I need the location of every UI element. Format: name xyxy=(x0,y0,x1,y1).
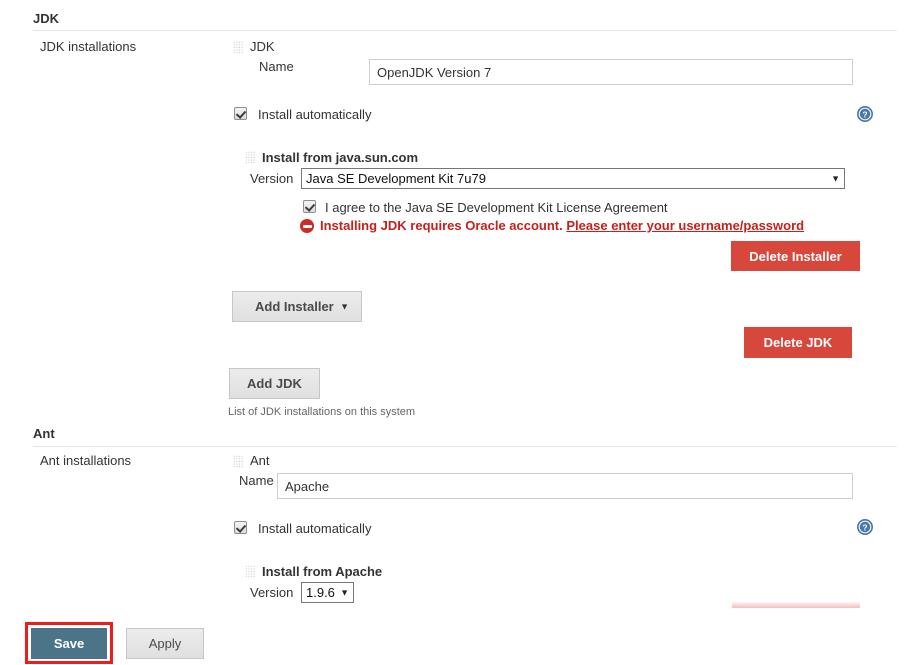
chevron-down-icon: ▼ xyxy=(340,301,349,311)
help-icon[interactable]: ? xyxy=(857,106,873,122)
jdk-installer-title: Install from java.sun.com xyxy=(262,150,419,165)
ant-entry-title: Ant xyxy=(250,453,270,468)
ant-install-automatically-label: Install automatically xyxy=(258,521,372,536)
ant-install-automatically-checkbox[interactable] xyxy=(234,521,247,534)
delete-installer-button[interactable]: Delete Installer xyxy=(731,241,860,271)
chevron-down-icon: ▼ xyxy=(340,587,349,597)
save-button[interactable]: Save xyxy=(31,628,107,659)
apply-button[interactable]: Apply xyxy=(126,628,204,659)
chevron-down-icon: ▼ xyxy=(831,173,840,183)
jdk-version-select-value: Java SE Development Kit 7u79 xyxy=(306,171,486,186)
svg-text:?: ? xyxy=(862,110,867,120)
drag-handle-icon[interactable] xyxy=(233,41,244,54)
configure-tools-page: JDK JDK installations JDK Name Install a… xyxy=(0,0,909,665)
delete-jdk-button[interactable]: Delete JDK xyxy=(744,327,852,358)
add-jdk-button[interactable]: Add JDK xyxy=(229,368,320,399)
jdk-license-agreement-label: I agree to the Java SE Development Kit L… xyxy=(325,200,668,215)
ant-section-divider xyxy=(33,446,897,447)
jdk-installations-hint: List of JDK installations on this system xyxy=(228,406,416,418)
jdk-entry-title: JDK xyxy=(250,39,275,54)
ant-installer-title: Install from Apache xyxy=(262,564,383,579)
jdk-install-automatically-checkbox[interactable] xyxy=(234,107,247,120)
drag-handle-icon[interactable] xyxy=(233,455,244,468)
jdk-version-select[interactable]: Java SE Development Kit 7u79 ▼ xyxy=(301,168,845,189)
drag-handle-icon[interactable] xyxy=(245,565,256,578)
jdk-license-agreement-checkbox[interactable] xyxy=(303,200,316,213)
help-icon[interactable]: ? xyxy=(857,519,873,535)
oracle-account-error: Installing JDK requires Oracle account. … xyxy=(320,218,804,233)
jdk-install-automatically-label: Install automatically xyxy=(258,107,372,122)
drag-handle-icon[interactable] xyxy=(245,151,256,164)
jdk-section-title: JDK xyxy=(33,11,60,26)
ant-version-label: Version xyxy=(250,585,294,600)
add-installer-label: Add Installer xyxy=(255,299,334,314)
add-installer-button[interactable]: Add Installer ▼ xyxy=(232,291,362,322)
svg-text:?: ? xyxy=(862,523,867,533)
ant-version-select[interactable]: 1.9.6 ▼ xyxy=(301,582,354,603)
jdk-name-input[interactable] xyxy=(369,59,853,85)
jdk-installations-label: JDK installations xyxy=(40,39,137,54)
oracle-account-error-text: Installing JDK requires Oracle account. xyxy=(320,218,563,233)
ant-installations-label: Ant installations xyxy=(40,453,132,468)
ant-section-title: Ant xyxy=(33,426,55,441)
delete-ant-installer-button-cropped[interactable] xyxy=(732,602,860,608)
jdk-section-divider xyxy=(33,30,897,31)
error-circle-icon xyxy=(300,219,314,233)
enter-credentials-link[interactable]: Please enter your username/password xyxy=(566,218,804,233)
ant-name-label: Name xyxy=(239,473,274,488)
jdk-name-label: Name xyxy=(259,59,294,74)
ant-version-select-value: 1.9.6 xyxy=(306,585,335,600)
jdk-version-label: Version xyxy=(250,171,294,186)
ant-name-input[interactable] xyxy=(277,473,853,499)
